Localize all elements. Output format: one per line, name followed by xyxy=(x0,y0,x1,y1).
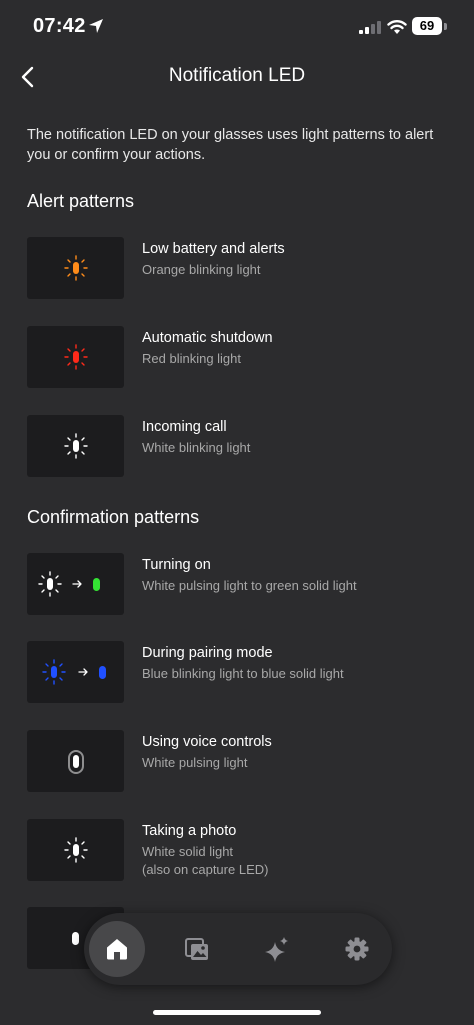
battery-level: 69 xyxy=(419,18,435,33)
led-thumbnail xyxy=(27,641,124,703)
item-title: Incoming call xyxy=(142,419,227,435)
tab-gallery[interactable] xyxy=(169,921,225,977)
item-subtitle: Blue blinking light to blue solid light xyxy=(142,666,344,681)
item-title: During pairing mode xyxy=(142,645,273,661)
red-led-blinking-icon xyxy=(64,344,88,370)
led-thumbnail xyxy=(27,326,124,388)
blue-blinking-to-solid-led-icon xyxy=(42,659,106,685)
battery-icon: 69 xyxy=(412,17,442,35)
item-subtitle: White blinking light xyxy=(142,440,251,455)
home-icon xyxy=(107,939,127,960)
white-to-green-led-icon xyxy=(38,571,100,597)
tab-settings[interactable] xyxy=(329,921,385,977)
item-subtitle: White solid light (also on capture LED) xyxy=(142,843,268,879)
ai-sparkle-icon xyxy=(265,937,288,962)
led-thumbnail xyxy=(27,237,124,299)
tab-ai[interactable] xyxy=(249,921,305,977)
gallery-icon xyxy=(185,938,208,960)
item-title: Turning on xyxy=(142,557,211,573)
battery-nub xyxy=(444,23,447,30)
list-item-taking-photo: Taking a photo White solid light (also o… xyxy=(27,819,447,881)
item-subtitle-line: White solid light xyxy=(142,844,234,859)
list-item-turning-on: Turning on White pulsing light to green … xyxy=(27,553,447,615)
section-title-alert: Alert patterns xyxy=(27,191,135,211)
status-bar: 07:42 69 xyxy=(0,0,474,54)
white-led-blinking-icon xyxy=(64,837,88,863)
list-item-voice-controls: Using voice controls White pulsing light xyxy=(27,730,447,792)
page-title: Notification LED xyxy=(168,65,306,86)
status-time: 07:42 xyxy=(33,15,86,37)
item-title: Using voice controls xyxy=(142,734,272,750)
section-title-confirmation: Confirmation patterns xyxy=(27,507,200,527)
list-item-incoming-call: Incoming call White blinking light xyxy=(27,415,447,477)
item-title: Automatic shutdown xyxy=(142,330,273,346)
white-pulsing-led-icon xyxy=(68,750,84,774)
tab-home[interactable] xyxy=(89,921,145,977)
item-subtitle: Red blinking light xyxy=(142,351,242,366)
settings-icon xyxy=(345,937,369,961)
led-thumbnail xyxy=(27,553,124,615)
orange-led-blinking-icon xyxy=(64,255,88,281)
led-thumbnail xyxy=(27,819,124,881)
led-thumbnail xyxy=(27,730,124,792)
item-subtitle: White pulsing light to green solid light xyxy=(142,578,357,593)
cellular-signal-icon xyxy=(359,21,381,34)
intro-text: The notification LED on your glasses use… xyxy=(27,127,434,163)
wifi-icon xyxy=(387,20,407,34)
nav-header: Notification LED xyxy=(0,54,474,98)
white-led-blinking-icon xyxy=(64,433,88,459)
list-item-pairing-mode: During pairing mode Blue blinking light … xyxy=(27,641,447,703)
item-title: Low battery and alerts xyxy=(142,241,285,257)
location-arrow-icon xyxy=(89,19,103,33)
list-item-automatic-shutdown: Automatic shutdown Red blinking light xyxy=(27,326,447,388)
item-subtitle: Orange blinking light xyxy=(142,262,261,277)
item-subtitle-note: (also on capture LED) xyxy=(142,862,269,877)
list-item-low-battery: Low battery and alerts Orange blinking l… xyxy=(27,237,447,299)
item-title: Taking a photo xyxy=(142,823,237,839)
home-indicator xyxy=(153,1010,321,1015)
tab-bar xyxy=(84,913,392,985)
item-subtitle: White pulsing light xyxy=(142,755,248,770)
led-thumbnail xyxy=(27,415,124,477)
